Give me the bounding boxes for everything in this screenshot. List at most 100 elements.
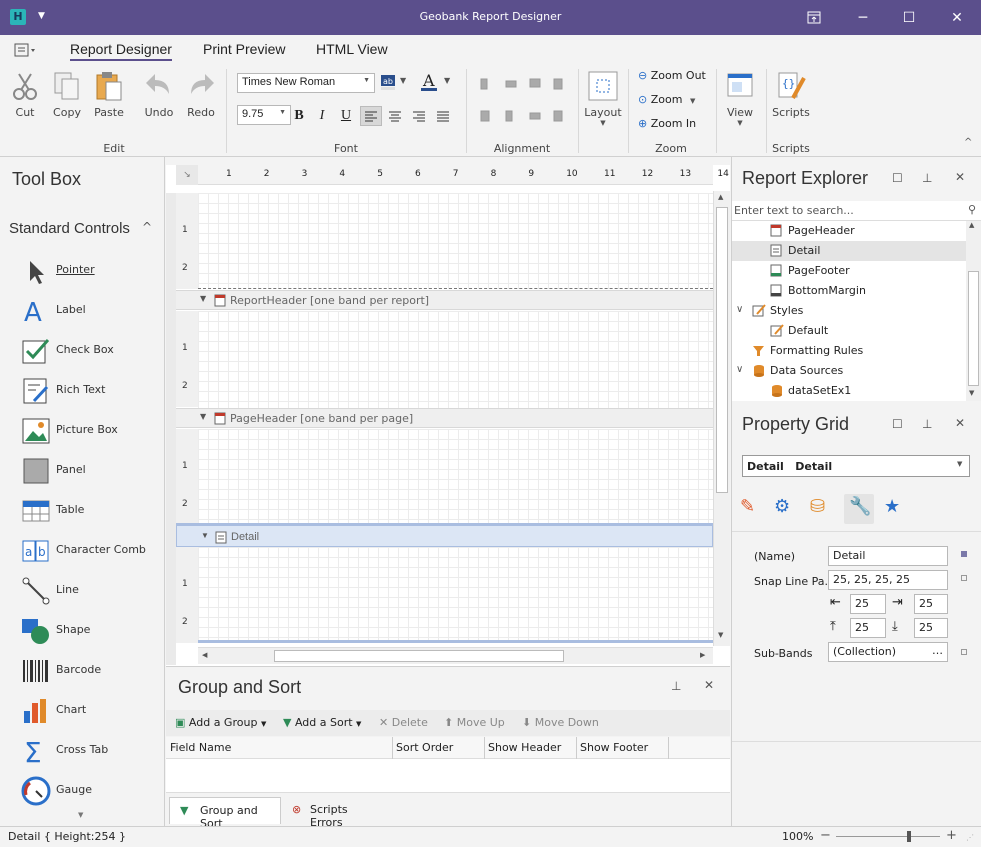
redo-button[interactable]: Redo: [184, 70, 218, 119]
tool-pointer[interactable]: Pointer: [20, 255, 160, 295]
font-color-dropdown-icon[interactable]: ▼: [444, 76, 450, 85]
tree-item-styles[interactable]: ∨ Styles: [732, 301, 966, 321]
tab-group-and-sort[interactable]: ▼ Group and Sort: [169, 797, 281, 830]
tree-item-bottom-margin[interactable]: BottomMargin: [732, 281, 966, 301]
tool-rich-text[interactable]: Rich Text: [20, 375, 160, 415]
collapse-band-icon[interactable]: ▼: [200, 294, 206, 303]
appearance-icon[interactable]: ✎: [740, 496, 755, 517]
tool-line[interactable]: Line: [20, 575, 160, 615]
zoom-minus-icon[interactable]: −: [820, 828, 831, 843]
italic-icon[interactable]: I: [313, 107, 331, 125]
align-left-icon[interactable]: [360, 106, 382, 126]
tool-gauge[interactable]: Gauge: [20, 775, 160, 815]
bottom-padding-field[interactable]: 25: [914, 618, 948, 638]
column-header[interactable]: Show Footer: [580, 741, 648, 754]
cut-button[interactable]: Cut: [8, 70, 42, 119]
copy-button[interactable]: Copy: [50, 70, 84, 119]
tree-item-detail[interactable]: Detail: [732, 241, 966, 261]
align-center-icon[interactable]: [386, 107, 406, 125]
report-header-band[interactable]: [198, 311, 713, 408]
scroll-left-icon[interactable]: ◀: [202, 651, 207, 659]
close-button[interactable]: ✕: [947, 8, 967, 28]
scripts-button[interactable]: {} Scripts: [772, 70, 810, 119]
close-panel-icon[interactable]: ✕: [955, 170, 965, 184]
tool-chart[interactable]: Chart: [20, 695, 160, 735]
tree-item-dataset[interactable]: dataSetEx1: [732, 381, 966, 401]
minimize-button[interactable]: ─: [853, 8, 873, 28]
pin-icon[interactable]: ⊥: [922, 171, 932, 185]
maximize-panel-icon[interactable]: ☐: [892, 171, 903, 185]
property-marker-icon[interactable]: [961, 575, 967, 581]
explorer-search-input[interactable]: Enter text to search... ⚲: [732, 201, 981, 221]
data-icon[interactable]: ⛁: [810, 496, 825, 517]
behavior-gears-icon[interactable]: ⚙: [774, 496, 790, 517]
tool-cross-tab[interactable]: Σ Cross Tab: [20, 735, 160, 775]
justify-icon[interactable]: [434, 107, 454, 125]
scroll-thumb[interactable]: [716, 207, 728, 493]
tool-label[interactable]: A Label: [20, 295, 160, 335]
tool-barcode[interactable]: Barcode: [20, 655, 160, 695]
expand-chevron-icon[interactable]: ∨: [736, 364, 743, 375]
resize-grip-icon[interactable]: ⋰: [966, 833, 974, 842]
scroll-down-icon[interactable]: ▼: [969, 389, 974, 397]
pin-icon[interactable]: ⊥: [922, 417, 932, 431]
move-down-button[interactable]: ⬇ Move Down: [522, 716, 599, 729]
top-margin-band[interactable]: [198, 193, 713, 289]
tool-character-comb[interactable]: a b Character Comb: [20, 535, 160, 575]
toolbox-section-header[interactable]: Standard Controls ^: [0, 212, 160, 242]
add-group-button[interactable]: ▣ Add a Group ▼: [175, 716, 266, 729]
scroll-up-icon[interactable]: ▲: [969, 221, 974, 229]
horizontal-scrollbar[interactable]: ◀ ▶: [198, 647, 713, 664]
highlight-dropdown-icon[interactable]: ▼: [400, 76, 406, 85]
right-padding-field[interactable]: 25: [914, 594, 948, 614]
tree-item-data-sources[interactable]: ∨ Data Sources: [732, 361, 966, 381]
zoom-slider-thumb[interactable]: [906, 831, 911, 842]
layout-button[interactable]: Layout ▼: [584, 70, 622, 127]
expand-chevron-icon[interactable]: ∨: [736, 304, 743, 315]
tree-item-page-header[interactable]: PageHeader: [732, 221, 966, 241]
property-marker-icon[interactable]: [961, 649, 967, 655]
vertical-scrollbar[interactable]: ▲ ▼: [713, 191, 730, 646]
scroll-thumb[interactable]: [968, 271, 979, 386]
scroll-down-icon[interactable]: ▼: [718, 631, 723, 639]
scroll-down-icon[interactable]: ▼: [78, 811, 83, 819]
tab-scripts-errors[interactable]: ⊗ Scripts Errors: [286, 797, 382, 829]
ribbon-display-options-icon[interactable]: [804, 8, 824, 28]
group-sort-grid-body[interactable]: [166, 759, 730, 793]
zoom-out-button[interactable]: ⊖ Zoom Out: [638, 69, 706, 82]
pin-icon[interactable]: ⊥: [671, 679, 681, 693]
undo-button[interactable]: Undo: [142, 70, 176, 119]
close-panel-icon[interactable]: ✕: [955, 416, 965, 430]
zoom-slider-track[interactable]: [836, 836, 940, 837]
add-sort-button[interactable]: ▼ Add a Sort ▼: [283, 716, 361, 729]
tool-shape[interactable]: Shape: [20, 615, 160, 655]
scroll-right-icon[interactable]: ▶: [700, 651, 705, 659]
component-selector[interactable]: Detail Detail ▼: [742, 455, 970, 477]
subbands-field[interactable]: (Collection) …: [828, 642, 948, 662]
tab-html-view[interactable]: HTML View: [316, 41, 388, 57]
collapse-band-icon[interactable]: ▼: [201, 531, 209, 540]
detail-band[interactable]: [198, 547, 713, 643]
app-menu-icon[interactable]: [14, 43, 36, 60]
property-marker-icon[interactable]: [961, 551, 967, 557]
layout-wrench-tab[interactable]: 🔧: [844, 494, 874, 524]
tab-print-preview[interactable]: Print Preview: [203, 41, 285, 57]
tool-picture-box[interactable]: Picture Box: [20, 415, 160, 455]
close-panel-icon[interactable]: ✕: [704, 678, 714, 692]
top-padding-field[interactable]: 25: [850, 618, 886, 638]
font-color-icon[interactable]: A: [420, 71, 438, 93]
delete-button[interactable]: ✕ Delete: [379, 716, 428, 729]
favorites-star-icon[interactable]: ★: [884, 496, 900, 517]
scroll-up-icon[interactable]: ▲: [718, 193, 723, 201]
tree-item-default-style[interactable]: Default: [732, 321, 966, 341]
scroll-thumb[interactable]: [274, 650, 564, 662]
explorer-scrollbar[interactable]: ▲ ▼: [966, 221, 981, 401]
move-up-button[interactable]: ⬆ Move Up: [444, 716, 505, 729]
bold-icon[interactable]: B: [290, 107, 308, 125]
tool-table[interactable]: Table: [20, 495, 160, 535]
zoom-in-button[interactable]: ⊕ Zoom In: [638, 117, 696, 130]
tool-panel[interactable]: Panel: [20, 455, 160, 495]
tool-check-box[interactable]: Check Box: [20, 335, 160, 375]
column-header[interactable]: Sort Order: [396, 741, 453, 754]
ellipsis-icon[interactable]: …: [932, 644, 943, 657]
